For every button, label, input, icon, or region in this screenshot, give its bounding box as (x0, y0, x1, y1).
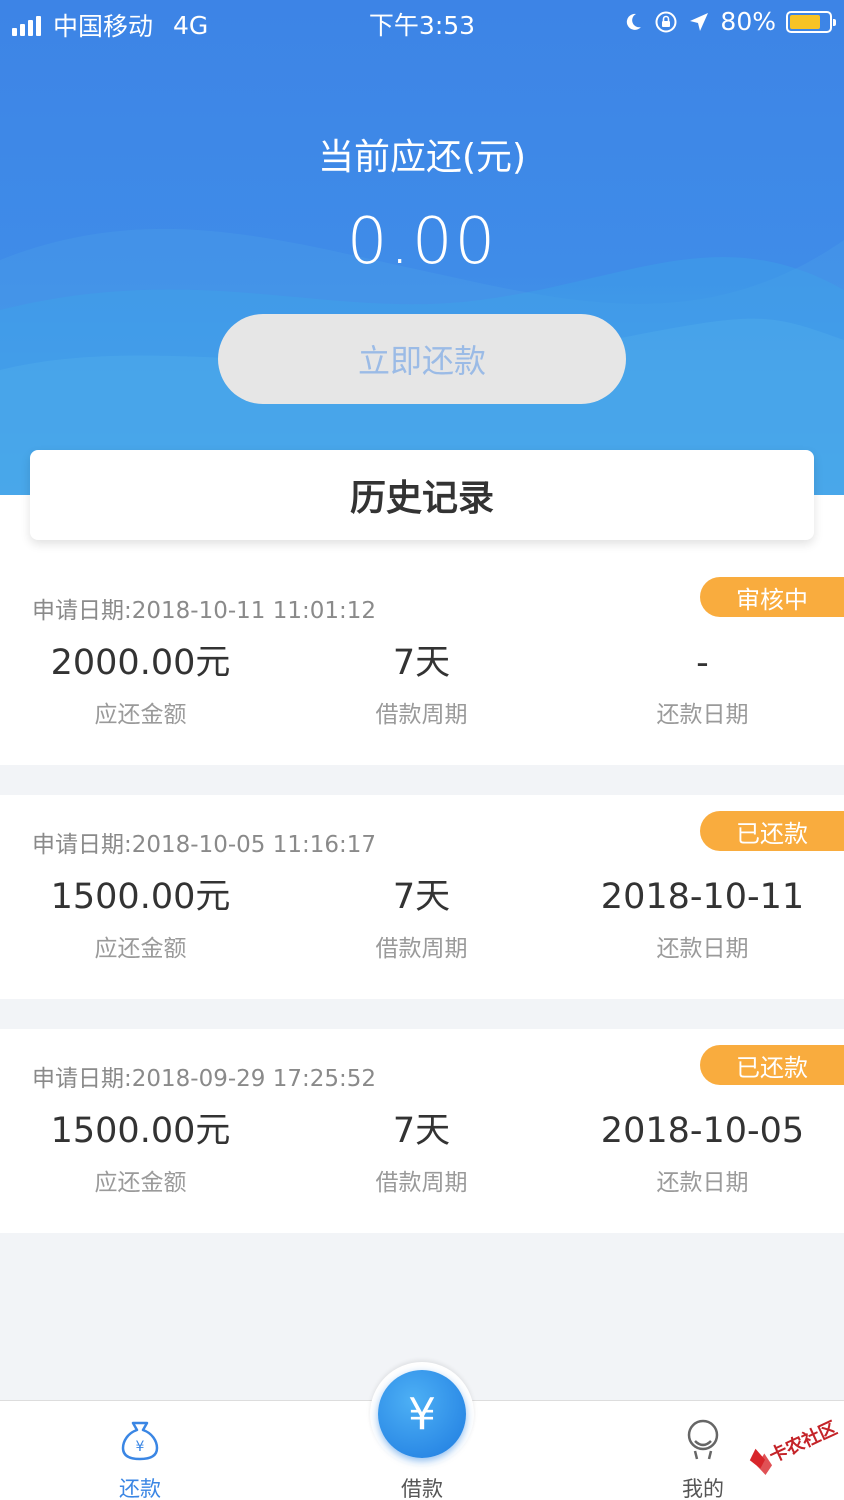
profile-icon (687, 1419, 719, 1460)
yen-icon: ¥ (408, 1388, 436, 1440)
record-item[interactable]: 申请日期:2018-10-05 11:16:17 已还款 1500.00元 应还… (0, 795, 844, 999)
record-apply-date: 申请日期:2018-09-29 17:25:52 (32, 1066, 377, 1092)
record-item[interactable]: 申请日期:2018-10-11 11:01:12 审核中 2000.00元 应还… (0, 561, 844, 765)
record-amount-label: 应还金额 (94, 936, 187, 962)
record-period: 7天 (392, 877, 451, 917)
record-repay-date: 2018-10-05 (600, 1111, 805, 1151)
record-apply-date: 申请日期:2018-10-05 11:16:17 (32, 832, 377, 858)
record-repay-date-label: 还款日期 (656, 702, 749, 728)
tab-repay-label: 还款 (119, 1477, 161, 1500)
record-apply-date: 申请日期:2018-10-11 11:01:12 (32, 598, 377, 624)
record-repay-date: - (696, 643, 709, 683)
battery-icon (786, 10, 836, 33)
record-repay-date-label: 还款日期 (656, 936, 749, 962)
header-banner: 中国移动 4G 下午3:53 80% 当前应还(元) 0.00 立即还款 (0, 0, 844, 495)
battery-percent: 80% (720, 7, 776, 36)
status-bar: 中国移动 4G 下午3:53 80% (0, 0, 844, 44)
record-amount: 2000.00元 (50, 643, 231, 683)
svg-text:¥: ¥ (136, 1439, 145, 1455)
repay-now-button[interactable]: 立即还款 (218, 314, 626, 404)
record-repay-date-label: 还款日期 (656, 1170, 749, 1196)
history-title-card: 历史记录 (30, 450, 814, 540)
record-period: 7天 (392, 1111, 451, 1151)
amount-due-value: 0.00 (346, 205, 498, 279)
record-amount: 1500.00元 (50, 1111, 231, 1151)
record-period: 7天 (392, 643, 451, 683)
amount-due-label: 当前应还(元) (317, 137, 527, 178)
borrow-fab-wrapper: ¥ (370, 1362, 474, 1466)
history-title: 历史记录 (349, 478, 494, 519)
tab-repay[interactable]: ¥ 还款 (70, 1401, 210, 1500)
record-amount-label: 应还金额 (94, 1170, 187, 1196)
tab-borrow-label: 借款 (401, 1477, 443, 1500)
status-badge: 已还款 (700, 1045, 844, 1085)
record-amount: 1500.00元 (50, 877, 231, 917)
moon-icon (627, 13, 642, 30)
svg-text:卡农社区: 卡农社区 (766, 1417, 841, 1467)
record-period-label: 借款周期 (375, 702, 468, 728)
rotation-lock-icon (655, 11, 677, 32)
record-period-label: 借款周期 (375, 936, 468, 962)
borrow-fab-button[interactable]: ¥ (378, 1370, 466, 1458)
record-repay-date: 2018-10-11 (600, 877, 805, 917)
status-badge: 审核中 (700, 577, 844, 617)
record-amount-label: 应还金额 (94, 702, 187, 728)
record-period-label: 借款周期 (375, 1170, 468, 1196)
record-item[interactable]: 申请日期:2018-09-29 17:25:52 已还款 1500.00元 应还… (0, 1029, 844, 1233)
location-icon (690, 12, 709, 31)
status-badge: 已还款 (700, 811, 844, 851)
money-bag-icon: ¥ (121, 1421, 159, 1461)
